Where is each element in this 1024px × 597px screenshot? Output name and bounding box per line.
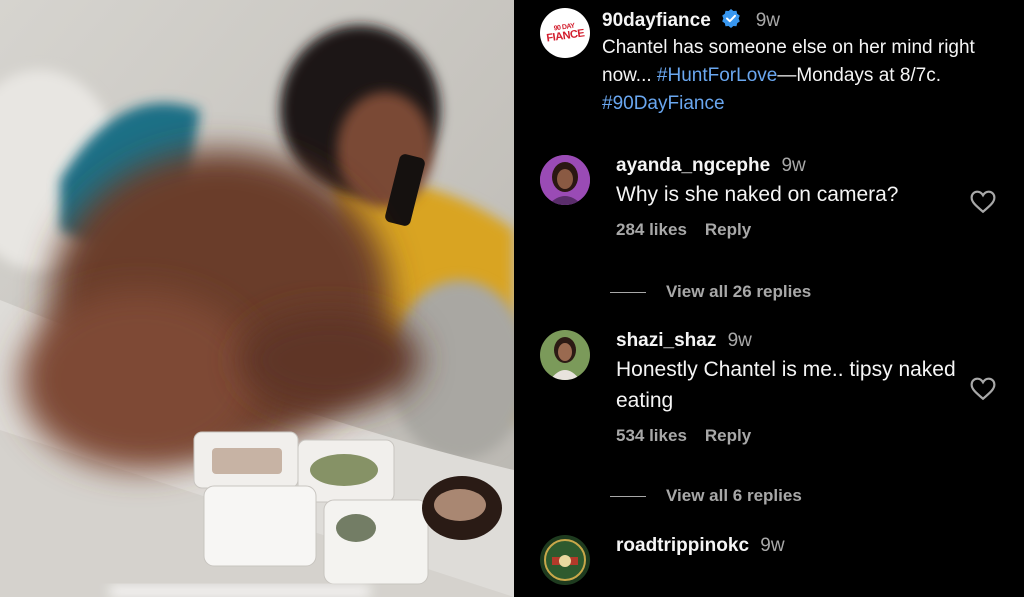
hashtag-link[interactable]: #HuntForLove [657,65,777,86]
comments-panel: 90 DAY FIANCE 90dayfiance 9w Chantel has… [514,0,1024,597]
comment-body: ayanda_ngcephe 9w Why is she naked on ca… [616,155,966,240]
post-caption: Chantel has someone else on her mind rig… [602,34,1002,118]
heart-outline-icon[interactable] [970,190,996,214]
comment-meta: 534 likes Reply [616,426,966,446]
heart-outline-icon[interactable] [970,377,996,401]
divider-line [610,292,646,294]
comment-likes[interactable]: 534 likes [616,426,687,445]
comment-text: Honestly Chantel is me.. tipsy naked eat… [616,358,956,412]
commenter-avatar[interactable] [540,155,590,205]
comment-text: Why is she naked on camera? [616,183,899,206]
hashtag-link[interactable]: #90DayFiance [602,93,725,114]
verified-badge-icon [721,8,741,33]
post-username[interactable]: 90dayfiance [602,10,711,31]
instagram-post-view: 90 DAY FIANCE 90dayfiance 9w Chantel has… [0,0,1024,597]
comment-username[interactable]: roadtrippinokc [616,535,749,556]
comment-username[interactable]: shazi_shaz [616,330,716,351]
reply-button[interactable]: Reply [705,426,751,445]
caption-text: —Mondays at 8/7c. [777,65,942,86]
brand-logo: 90 DAY FIANCE [545,22,586,45]
view-replies-link[interactable]: View all 6 replies [610,486,802,506]
video-frame-illustration [0,0,514,597]
view-replies-link[interactable]: View all 26 replies [610,282,811,302]
commenter-avatar[interactable] [540,330,590,380]
reply-button[interactable]: Reply [705,220,751,239]
comment-meta: 284 likes Reply [616,220,966,240]
commenter-avatar[interactable] [540,535,590,585]
comment-time[interactable]: 9w [760,535,784,556]
comment-body: shazi_shaz 9w Honestly Chantel is me.. t… [616,330,966,446]
divider-line [610,496,646,498]
comment-body: roadtrippinokc 9w [616,535,966,559]
post-video[interactable] [0,0,514,597]
post-body: 90dayfiance 9w Chantel has someone else … [602,8,1002,118]
comment-likes[interactable]: 284 likes [616,220,687,239]
comment-time[interactable]: 9w [781,155,805,176]
comment-username[interactable]: ayanda_ngcephe [616,155,770,176]
comment-time[interactable]: 9w [728,330,752,351]
post-time[interactable]: 9w [756,10,780,31]
brand-avatar[interactable]: 90 DAY FIANCE [540,8,590,58]
